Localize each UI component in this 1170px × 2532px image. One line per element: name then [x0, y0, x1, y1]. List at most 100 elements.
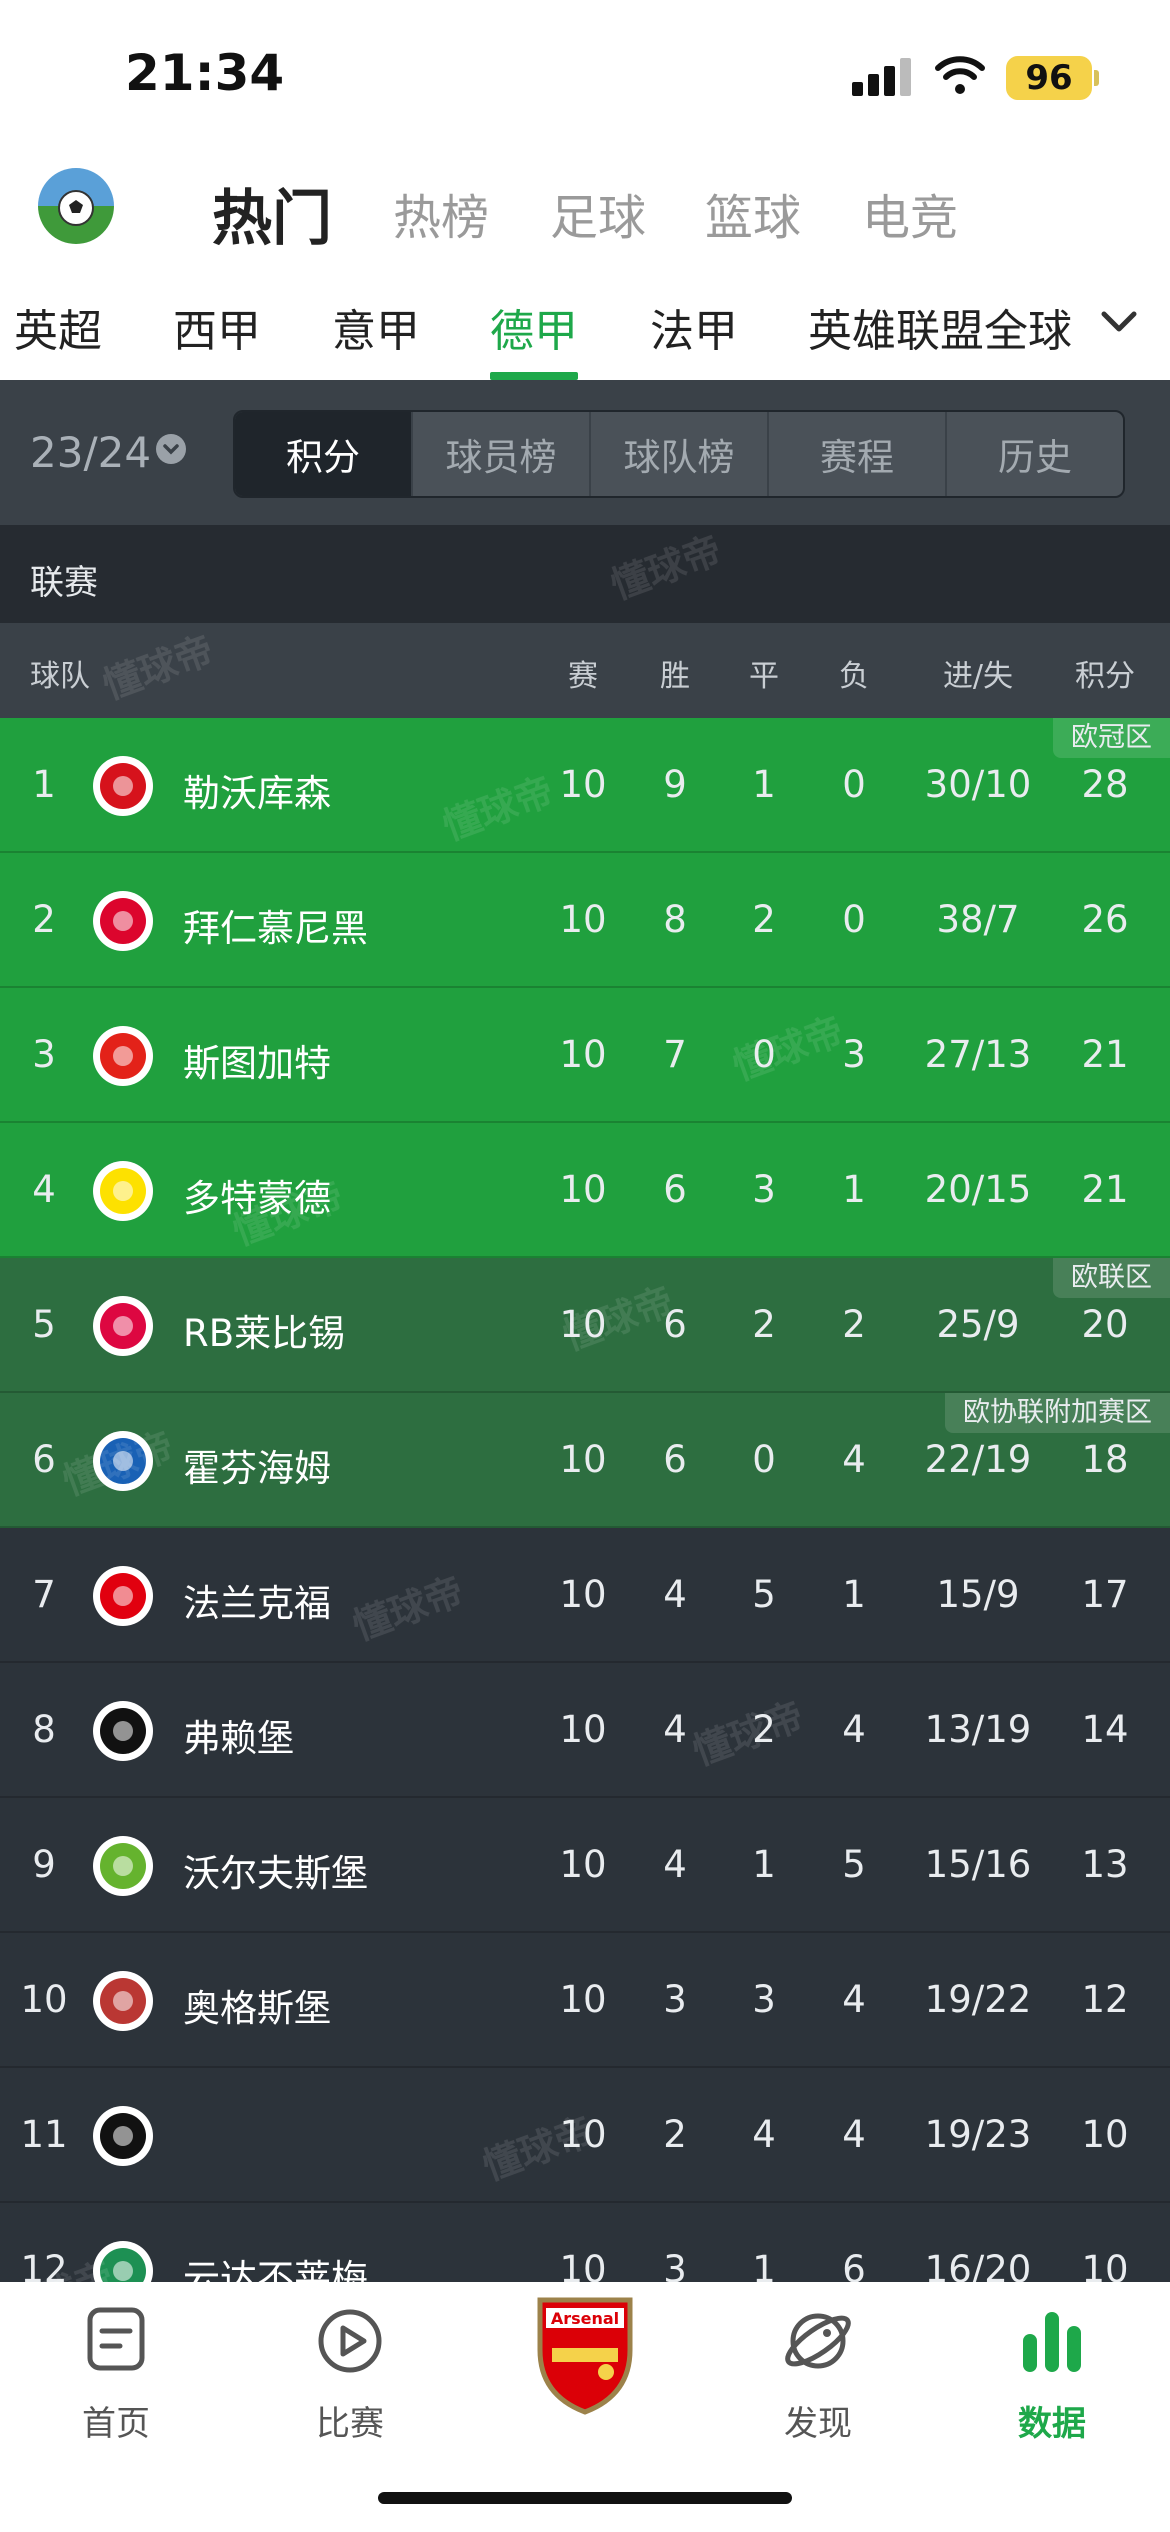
league-tab-seriea[interactable]: 意甲 [332, 295, 420, 359]
cell-points: 21 [1081, 1168, 1129, 1211]
table-row[interactable]: 3 斯图加特 10 7 0 3 27/13 21 懂球帝 [0, 988, 1170, 1123]
avatar[interactable] [38, 168, 114, 244]
cell-points: 20 [1081, 1303, 1129, 1346]
gladbach-logo [93, 2106, 153, 2166]
zone-badge: 欧协联附加赛区 [945, 1393, 1170, 1433]
league-label: 联赛 [30, 563, 98, 603]
cell-points: 12 [1081, 1978, 1129, 2021]
league-tab-epl[interactable]: 英超 [14, 295, 102, 359]
col-goals: 进/失 [942, 659, 1014, 694]
table-row[interactable]: 2 拜仁慕尼黑 10 8 2 0 38/7 26 [0, 853, 1170, 988]
cell-points: 10 [1081, 2113, 1129, 2156]
cell-points: 21 [1081, 1033, 1129, 1076]
active-tab-indicator [490, 372, 578, 380]
cell-goals: 20/15 [924, 1168, 1032, 1211]
cell-drawn: 1 [752, 763, 776, 806]
cell-points: 26 [1081, 898, 1129, 941]
segment-standings[interactable]: 积分 [235, 412, 413, 496]
table-row[interactable]: 8 弗赖堡 10 4 2 4 13/19 14 懂球帝 [0, 1663, 1170, 1798]
team-name: 沃尔夫斯堡 [183, 1852, 368, 1895]
col-played: 赛 [568, 659, 598, 694]
cell-points: 14 [1081, 1708, 1129, 1751]
nav-discover[interactable]: 发现 [728, 2296, 908, 2444]
home-indicator [378, 2492, 792, 2504]
league-tab-ligue1[interactable]: 法甲 [650, 295, 738, 359]
cell-lost: 1 [842, 1573, 866, 1616]
rank-cell: 3 [32, 1033, 56, 1076]
nav-center-crest[interactable]: Arsenal [495, 2282, 675, 2424]
table-header: 球队 赛 胜 平 负 进/失 积分 懂球帝 [0, 623, 1170, 718]
chevron-down-icon[interactable] [1098, 300, 1140, 342]
segment-player-rank[interactable]: 球员榜 [413, 412, 591, 496]
frankfurt-logo [93, 1566, 153, 1626]
app-root: 21:34 96 热门 热榜 足球 篮球 电竞 英超 西甲 意甲 德甲 法甲 英… [0, 0, 1170, 2532]
home-doc-icon [87, 2307, 145, 2371]
cell-played: 10 [559, 1708, 607, 1751]
rank-cell: 1 [32, 763, 56, 806]
cell-points: 13 [1081, 1843, 1129, 1886]
cell-lost: 4 [842, 1978, 866, 2021]
league-tab-lol-worlds[interactable]: 英雄联盟全球 [808, 295, 1072, 359]
primary-tab-hot[interactable]: 热门 [212, 170, 332, 257]
bar-chart-icon [1023, 2312, 1081, 2372]
team-name: 法兰克福 [183, 1582, 331, 1625]
cell-drawn: 2 [752, 1303, 776, 1346]
status-time: 21:34 [125, 44, 285, 102]
cell-lost: 0 [842, 763, 866, 806]
primary-tab-football[interactable]: 足球 [550, 178, 646, 248]
segment-team-rank[interactable]: 球队榜 [591, 412, 769, 496]
cell-played: 10 [559, 763, 607, 806]
rank-cell: 10 [20, 1978, 68, 2021]
cell-goals: 22/19 [924, 1438, 1032, 1481]
zone-badge: 欧冠区 [1053, 718, 1170, 758]
cell-won: 4 [663, 1573, 687, 1616]
league-tab-bundesliga[interactable]: 德甲 [490, 295, 578, 359]
table-row[interactable]: 11 10 2 4 4 19/23 10 懂球帝 [0, 2068, 1170, 2203]
segment-schedule[interactable]: 赛程 [769, 412, 947, 496]
rank-cell: 7 [32, 1573, 56, 1616]
cell-played: 10 [559, 1978, 607, 2021]
primary-tab-hotlist[interactable]: 热榜 [393, 178, 489, 248]
segment-history[interactable]: 历史 [947, 412, 1123, 496]
season-selector[interactable]: 23/24 [30, 428, 151, 477]
table-row[interactable]: 6 霍芬海姆 10 6 0 4 22/19 18 欧协联附加赛区 懂球帝 [0, 1393, 1170, 1528]
table-row[interactable]: 7 法兰克福 10 4 5 1 15/9 17 懂球帝 [0, 1528, 1170, 1663]
league-section-header: 联赛 懂球帝 [0, 525, 1170, 623]
primary-tab-esports[interactable]: 电竞 [862, 178, 958, 248]
col-lost: 负 [839, 659, 869, 694]
table-row[interactable]: 5 RB莱比锡 10 6 2 2 25/9 20 欧联区 懂球帝 [0, 1258, 1170, 1393]
table-row[interactable]: 10 奥格斯堡 10 3 3 4 19/22 12 [0, 1933, 1170, 2068]
league-tab-laliga[interactable]: 西甲 [173, 295, 261, 359]
rank-cell: 4 [32, 1168, 56, 1211]
table-row[interactable]: 9 沃尔夫斯堡 10 4 1 5 15/16 13 [0, 1798, 1170, 1933]
table-row[interactable]: 1 勒沃库森 10 9 1 0 30/10 28 欧冠区 懂球帝 [0, 718, 1170, 853]
svg-text:Arsenal: Arsenal [551, 2309, 619, 2328]
cell-drawn: 0 [752, 1438, 776, 1481]
rank-cell: 11 [20, 2113, 68, 2156]
nav-home[interactable]: 首页 [26, 2296, 206, 2444]
cell-lost: 4 [842, 1438, 866, 1481]
cell-won: 6 [663, 1438, 687, 1481]
cell-goals: 15/9 [936, 1573, 1020, 1616]
col-drawn: 平 [749, 659, 779, 694]
table-row[interactable]: 4 多特蒙德 10 6 3 1 20/15 21 懂球帝 [0, 1123, 1170, 1258]
cell-lost: 0 [842, 898, 866, 941]
season-chevron-icon[interactable] [156, 434, 186, 464]
cell-played: 10 [559, 1438, 607, 1481]
rank-cell: 5 [32, 1303, 56, 1346]
primary-tab-basketball[interactable]: 篮球 [705, 178, 801, 248]
team-name: 勒沃库森 [183, 772, 331, 815]
watermark: 懂球帝 [557, 1278, 680, 1359]
leipzig-logo [93, 1296, 153, 1356]
rank-cell: 8 [32, 1708, 56, 1751]
discover-planet-icon [785, 2313, 851, 2369]
cell-drawn: 5 [752, 1573, 776, 1616]
nav-data[interactable]: 数据 [962, 2296, 1142, 2444]
cell-goals: 30/10 [924, 763, 1032, 806]
col-points: 积分 [1075, 659, 1135, 694]
battery-tip [1094, 70, 1099, 86]
team-name: 斯图加特 [183, 1042, 331, 1085]
cell-points: 28 [1081, 763, 1129, 806]
nav-matches[interactable]: 比赛 [260, 2296, 440, 2444]
cell-drawn: 2 [752, 898, 776, 941]
